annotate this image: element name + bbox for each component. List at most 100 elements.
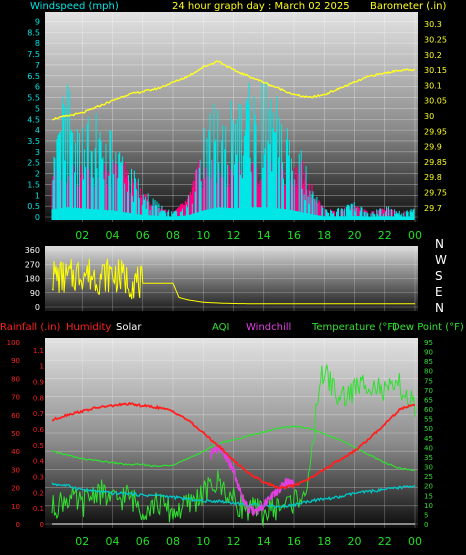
barometer-tick-label: 29.7 — [424, 204, 442, 213]
rainfall-tick-label: 0 — [40, 521, 44, 529]
hour-label: 08 — [166, 535, 180, 548]
windspeed-tick-label: 3 — [35, 148, 40, 157]
windspeed-tick-label: 0 — [35, 213, 40, 222]
temperature-tick-label: 15 — [424, 492, 433, 500]
wind-direction-degree-label: 90 — [30, 289, 40, 298]
compass-label: E — [435, 285, 443, 299]
temperature-tick-label: 95 — [424, 339, 433, 347]
hour-label: 00 — [408, 535, 422, 548]
humidity-tick-label: 90 — [11, 357, 20, 365]
hour-label: 16 — [287, 535, 301, 548]
windspeed-tick-label: 7 — [35, 61, 40, 70]
windspeed-tick-label: 6.5 — [27, 72, 40, 81]
barometer-tick-label: 29.95 — [424, 127, 447, 136]
humidity-tick-label: 50 — [11, 430, 20, 438]
windspeed-tick-label: 1 — [35, 191, 40, 200]
temperature-tick-label: 35 — [424, 454, 433, 462]
legend-windchill: Windchill — [246, 322, 291, 333]
rainfall-tick-label: 0.9 — [33, 379, 44, 387]
hour-label: 02 — [75, 229, 89, 242]
hour-label: 00 — [408, 229, 422, 242]
humidity-tick-label: 30 — [11, 466, 20, 474]
humidity-tick-label: 100 — [7, 339, 20, 347]
temperature-tick-label: 25 — [424, 473, 433, 481]
hour-label: 14 — [257, 535, 271, 548]
windspeed-tick-label: 4.5 — [27, 115, 40, 124]
barometer-tick-label: 30.1 — [424, 81, 442, 90]
chart-title: 24 hour graph day : March 02 2025 — [172, 1, 350, 12]
temperature-tick-label: 10 — [424, 502, 433, 510]
legend-aqi: AQI — [212, 322, 230, 333]
hour-label: 12 — [227, 229, 241, 242]
wind-direction-degree-labels: 0 90 180 270 360 — [25, 246, 40, 312]
hour-label: 06 — [136, 229, 150, 242]
windspeed-tick-label: 0.5 — [27, 202, 40, 211]
wind-direction-degree-label: 360 — [25, 246, 40, 255]
barometer-tick-label: 29.8 — [424, 173, 442, 182]
rainfall-tick-label: 1 — [40, 363, 44, 371]
rainfall-tick-label: 0.5 — [33, 442, 44, 450]
legend-humidity: Humidity — [66, 322, 111, 333]
temperature-tick-label: 45 — [424, 435, 433, 443]
hour-label: 02 — [75, 535, 89, 548]
temperature-tick-label: 50 — [424, 425, 433, 433]
temperature-tick-label: 80 — [424, 368, 433, 376]
hour-label: 20 — [348, 535, 362, 548]
humidity-tick-labels: 0 10 20 30 40 50 60 70 80 90 100 — [7, 339, 20, 529]
windspeed-tick-label: 1.5 — [27, 180, 40, 189]
hour-label: 18 — [317, 535, 331, 548]
barometer-tick-label: 30.25 — [424, 35, 447, 44]
barometer-tick-label: 30.05 — [424, 97, 447, 106]
compass-label: N — [435, 301, 444, 315]
windspeed-tick-label: 5 — [35, 104, 40, 113]
hour-label: 10 — [196, 229, 210, 242]
hour-label: 18 — [317, 229, 331, 242]
hour-label: 14 — [257, 229, 271, 242]
wind-direction-degree-label: 0 — [35, 303, 40, 312]
hour-label: 10 — [196, 535, 210, 548]
humidity-tick-label: 10 — [11, 503, 20, 511]
hour-label: 12 — [227, 535, 241, 548]
humidity-tick-label: 0 — [16, 521, 20, 529]
compass-label: N — [435, 237, 444, 251]
temperature-tick-label: 55 — [424, 416, 433, 424]
hour-label: 08 — [166, 229, 180, 242]
barometer-tick-label: 30 — [424, 112, 434, 121]
panel3-hour-labels: 02 04 06 08 10 12 14 16 18 20 22 00 — [75, 535, 422, 548]
barometer-tick-label: 30.3 — [424, 20, 442, 29]
panel1-hour-labels: 02 04 06 08 10 12 14 16 18 20 22 00 — [75, 229, 422, 242]
legend-solar: Solar — [116, 322, 142, 333]
legend-temperature: Temperature (°F) — [311, 322, 397, 333]
rainfall-tick-labels: 0 0.1 0.2 0.3 0.4 0.5 0.6 0.7 0.8 0.9 1 1.1 — [33, 347, 45, 529]
humidity-tick-label: 80 — [11, 375, 20, 383]
weather-graph: Windspeed (mph) 24 hour graph day : Marc… — [0, 1, 464, 548]
windspeed-tick-label: 9 — [35, 18, 40, 27]
barometer-tick-label: 29.85 — [424, 158, 447, 167]
wind-direction-degree-label: 270 — [25, 260, 40, 269]
hour-label: 22 — [378, 229, 392, 242]
barometer-tick-label: 29.9 — [424, 143, 442, 152]
temperature-tick-label: 5 — [424, 511, 428, 519]
legend-rainfall: Rainfall (.in) — [0, 322, 61, 333]
wind-direction-compass-labels: NWSEN — [435, 237, 447, 315]
rainfall-tick-label: 0.1 — [33, 505, 44, 513]
windspeed-tick-label: 4 — [35, 126, 40, 135]
windspeed-tick-label: 5.5 — [27, 94, 40, 103]
windspeed-tick-label: 8.5 — [27, 28, 40, 37]
temperature-tick-label: 60 — [424, 406, 433, 414]
temperature-tick-label: 75 — [424, 377, 433, 385]
hour-label: 22 — [378, 535, 392, 548]
rainfall-tick-label: 1.1 — [33, 347, 44, 355]
rainfall-tick-label: 0.3 — [33, 474, 44, 482]
hour-label: 04 — [106, 535, 120, 548]
windspeed-tick-label: 8 — [35, 39, 40, 48]
temperature-tick-labels: 0 510 1520 2530 35 4045 5055 60 6570 7580 8590 95 — [424, 339, 433, 529]
rainfall-tick-label: 0.7 — [33, 410, 44, 418]
temperature-tick-label: 85 — [424, 358, 433, 366]
humidity-tick-label: 60 — [11, 412, 20, 420]
legend-dewpoint: Dew Point (°F) — [392, 322, 464, 333]
temperature-tick-label: 20 — [424, 483, 433, 491]
humidity-tick-label: 70 — [11, 394, 20, 402]
barometer-tick-label: 29.75 — [424, 189, 447, 198]
hour-label: 04 — [106, 229, 120, 242]
